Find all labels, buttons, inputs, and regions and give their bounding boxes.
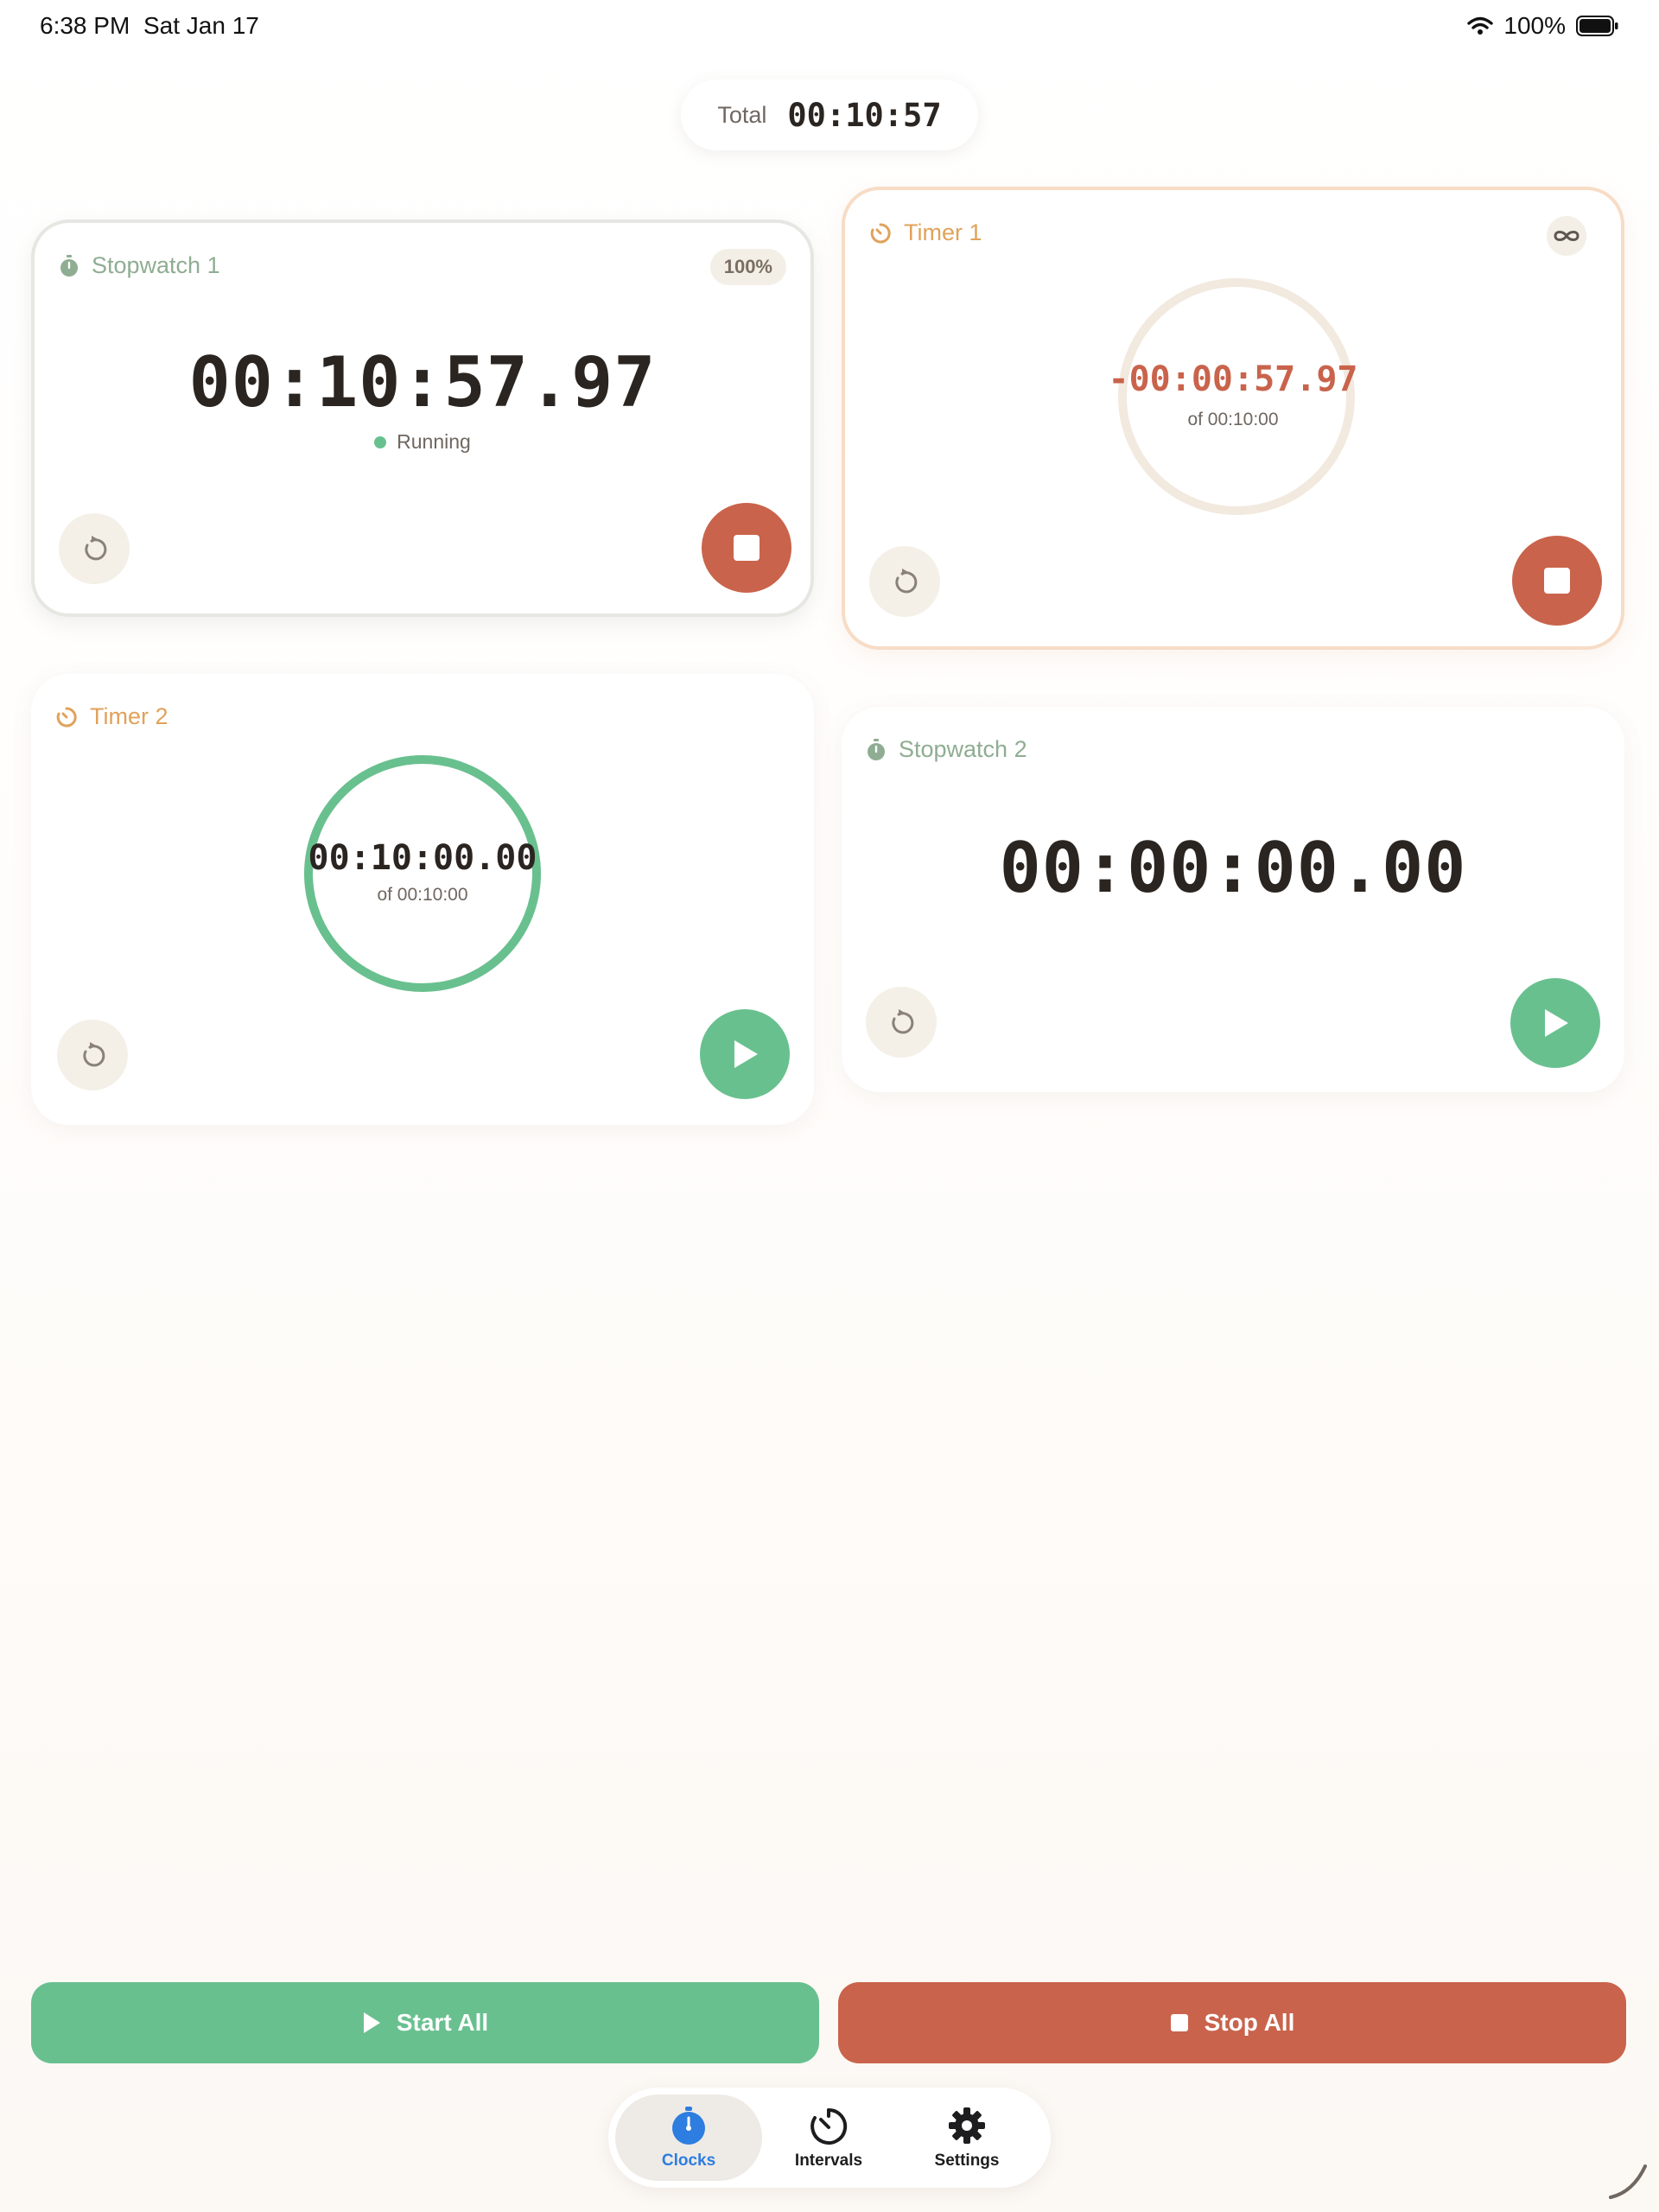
- stop-icon: [1170, 2014, 1188, 2031]
- card-title-label: Timer 1: [904, 219, 982, 245]
- tab-intervals[interactable]: Intervals: [755, 2094, 902, 2181]
- total-value: 00:10:57: [787, 96, 942, 134]
- stopwatch-time: 00:00:00.00: [999, 828, 1467, 908]
- reset-button[interactable]: [869, 546, 940, 617]
- running-dot: [374, 435, 387, 448]
- timer-icon: [55, 706, 78, 728]
- card-title: Timer 1: [869, 219, 982, 246]
- stop-button[interactable]: [702, 503, 791, 593]
- status-right: 100%: [1467, 12, 1619, 40]
- status-bar: 6:38 PM Sat Jan 17 100%: [0, 0, 1659, 52]
- corner-handle-icon: [1607, 2158, 1650, 2205]
- stop-all-label: Stop All: [1204, 2009, 1295, 2036]
- card-title: Stopwatch 1: [59, 252, 220, 279]
- tab-label: Clocks: [661, 2152, 716, 2170]
- play-button[interactable]: [1510, 978, 1600, 1068]
- card-title-label: Stopwatch 2: [899, 736, 1027, 762]
- timer-duration: of 00:10:00: [1187, 410, 1279, 429]
- tab-bar: Clocks Intervals Settings: [608, 2088, 1051, 2188]
- timer-card-2[interactable]: Timer 2 00:10:00.00 of 00:10:00: [31, 674, 814, 1125]
- reset-icon: [83, 1042, 105, 1067]
- stop-button[interactable]: [1512, 536, 1602, 626]
- card-title-label: Stopwatch 1: [92, 252, 220, 278]
- stopwatch-card-2[interactable]: Stopwatch 2 00:00:00.00: [842, 707, 1624, 1092]
- card-title-label: Timer 2: [90, 703, 168, 729]
- stopwatch-card-1[interactable]: Stopwatch 1 100% 00:10:57.97 Running: [31, 219, 814, 617]
- timer-icon: [810, 2107, 848, 2145]
- repeat-badge[interactable]: [1547, 216, 1586, 256]
- wifi-icon: [1467, 16, 1494, 35]
- gear-icon: [949, 2107, 985, 2144]
- status-line: Running: [35, 430, 810, 454]
- reset-icon: [895, 569, 918, 594]
- total-label: Total: [717, 101, 767, 128]
- stop-all-button[interactable]: Stop All: [838, 1982, 1626, 2063]
- start-all-button[interactable]: Start All: [31, 1982, 819, 2063]
- total-time-pill: Total 00:10:57: [681, 79, 978, 150]
- stopwatch-icon: [672, 2107, 705, 2145]
- tab-clocks[interactable]: Clocks: [615, 2094, 762, 2181]
- card-title: Timer 2: [55, 703, 168, 730]
- card-title: Stopwatch 2: [866, 736, 1027, 763]
- play-button[interactable]: [700, 1009, 790, 1099]
- play-icon: [734, 1040, 758, 1068]
- reset-button[interactable]: [59, 513, 130, 584]
- timer-time: -00:00:57.97: [1108, 359, 1358, 399]
- tab-label: Settings: [934, 2152, 1000, 2170]
- status-time: 6:38 PM: [40, 12, 130, 39]
- percent-badge: 100%: [709, 249, 786, 285]
- stopwatch-time: 00:10:57.97: [188, 342, 657, 423]
- stopwatch-icon: [59, 254, 79, 277]
- timer-duration: of 00:10:00: [377, 885, 468, 905]
- play-icon: [363, 2012, 380, 2033]
- stop-icon: [1544, 568, 1570, 594]
- infinity-icon: [1554, 231, 1580, 241]
- timer-time: 00:10:00.00: [308, 838, 537, 878]
- status-label: Running: [397, 430, 471, 453]
- timer-card-1[interactable]: Timer 1 -00:00:57.97 of 00:10:00: [842, 187, 1624, 650]
- tab-settings[interactable]: Settings: [893, 2094, 1040, 2181]
- stop-icon: [734, 535, 760, 561]
- reset-button[interactable]: [57, 1020, 128, 1090]
- reset-button[interactable]: [866, 987, 937, 1058]
- start-all-label: Start All: [396, 2009, 489, 2036]
- stopwatch-icon: [866, 738, 887, 761]
- tab-label: Intervals: [794, 2152, 863, 2170]
- status-date: Sat Jan 17: [143, 12, 259, 39]
- battery-icon: [1576, 16, 1619, 36]
- reset-icon: [85, 536, 107, 561]
- reset-icon: [892, 1009, 914, 1034]
- battery-percent: 100%: [1503, 12, 1566, 39]
- timer-icon: [869, 222, 892, 245]
- play-icon: [1545, 1009, 1568, 1037]
